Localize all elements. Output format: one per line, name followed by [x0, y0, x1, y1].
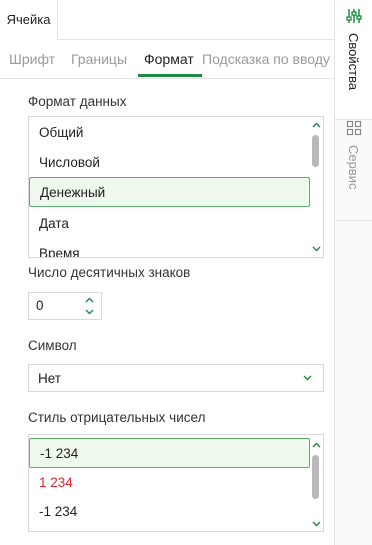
scroll-thumb[interactable] [312, 455, 319, 499]
scroll-thumb[interactable] [312, 135, 319, 167]
list-item-general[interactable]: Общий [29, 117, 309, 147]
symbol-label: Символ [28, 338, 77, 353]
negative-style-scrollbar[interactable] [309, 435, 323, 531]
divider [335, 220, 372, 221]
chevron-up-icon[interactable] [311, 440, 321, 450]
decimal-places-stepper[interactable]: 0 [28, 292, 102, 320]
active-tab-indicator [138, 74, 202, 77]
divider [0, 78, 334, 79]
decimal-places-value[interactable]: 0 [36, 298, 44, 313]
rail-tab-properties[interactable]: Свойства [335, 8, 372, 91]
tab-font[interactable]: Шрифт [9, 40, 55, 78]
list-item-currency[interactable]: Денежный [29, 177, 310, 207]
tab-format[interactable]: Формат [144, 40, 194, 78]
negative-style-item[interactable]: 1 234 [29, 467, 309, 497]
tab-borders[interactable]: Границы [71, 40, 127, 78]
data-format-label: Формат данных [28, 94, 127, 109]
cell-properties-panel: Ячейка Шрифт Границы Формат Подсказка по… [0, 0, 334, 545]
negative-style-label: Стиль отрицательных чисел [28, 410, 206, 425]
grid-icon [346, 120, 362, 139]
rail-properties-label: Свойства [346, 33, 361, 91]
chevron-up-icon[interactable] [311, 120, 321, 130]
chevron-down-icon[interactable] [301, 373, 313, 383]
tab-cell[interactable]: Ячейка [0, 0, 58, 40]
list-item-time[interactable]: Время [29, 238, 309, 258]
negative-style-list[interactable]: -1 234 1 234 -1 234 [28, 434, 324, 532]
decimal-places-label: Число десятичных знаков [28, 265, 191, 280]
sliders-icon [345, 8, 362, 27]
top-tab-strip: Ячейка [0, 0, 334, 40]
data-format-scrollbar[interactable] [309, 117, 323, 257]
symbol-value: Нет [38, 371, 61, 386]
chevron-down-icon[interactable] [311, 244, 321, 254]
symbol-select[interactable]: Нет [28, 364, 324, 392]
increment-icon[interactable] [83, 295, 95, 305]
list-item-date[interactable]: Дата [29, 208, 309, 238]
negative-style-item[interactable]: -1 234 [29, 496, 309, 526]
rail-tab-service[interactable]: Сервис [335, 120, 372, 190]
side-rail: Свойства Сервис [334, 0, 372, 545]
data-format-list[interactable]: Общий Числовой Денежный Дата Время [28, 116, 324, 258]
rail-service-label: Сервис [346, 145, 361, 190]
negative-style-item[interactable]: -1 234 [29, 438, 310, 468]
tab-input-hint[interactable]: Подсказка по вводу [202, 40, 330, 78]
chevron-down-icon[interactable] [311, 519, 321, 529]
list-item-number[interactable]: Числовой [29, 147, 309, 177]
decrement-icon[interactable] [83, 307, 95, 317]
sub-tab-strip: Шрифт Границы Формат Подсказка по вводу [0, 40, 334, 78]
